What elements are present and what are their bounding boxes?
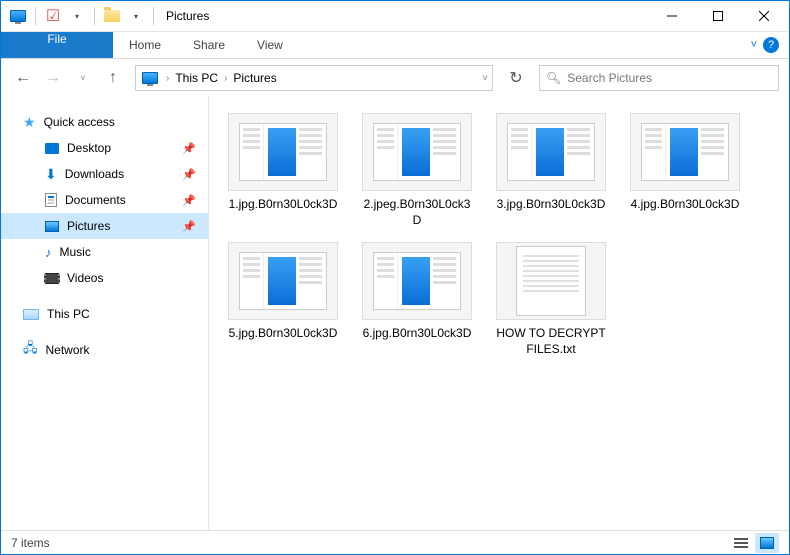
back-button[interactable]: ←: [11, 66, 35, 90]
maximize-button[interactable]: [695, 1, 741, 31]
details-view-button[interactable]: [729, 533, 753, 553]
minimize-button[interactable]: [649, 1, 695, 31]
pin-icon: 📌: [182, 142, 196, 155]
file-name: HOW TO DECRYPT FILES.txt: [495, 326, 607, 357]
desktop-icon: [45, 143, 59, 154]
breadcrumb-dropdown-icon[interactable]: ˅: [482, 73, 488, 84]
search-placeholder: Search Pictures: [567, 71, 652, 85]
sidebar-item-documents[interactable]: Documents📌: [1, 187, 208, 213]
file-name: 5.jpg.B0rn30L0ck3D: [229, 326, 338, 342]
file-item[interactable]: 4.jpg.B0rn30L0ck3D: [629, 113, 741, 228]
file-item[interactable]: 2.jpeg.B0rn30L0ck3D: [361, 113, 473, 228]
file-item[interactable]: 6.jpg.B0rn30L0ck3D: [361, 242, 473, 357]
file-thumbnail: [496, 242, 606, 320]
close-button[interactable]: [741, 1, 787, 31]
qat-folder-icon[interactable]: [101, 5, 123, 27]
chevron-right-icon[interactable]: ›: [166, 73, 169, 84]
search-icon: 🔍︎: [546, 71, 561, 85]
sidebar-item-this-pc[interactable]: This PC: [1, 301, 208, 327]
tab-file[interactable]: File: [1, 32, 113, 58]
file-thumbnail: [630, 113, 740, 191]
file-name: 2.jpeg.B0rn30L0ck3D: [361, 197, 473, 228]
breadcrumb-pc-icon: [140, 70, 160, 86]
breadcrumb-folder[interactable]: Pictures: [233, 71, 276, 85]
ribbon: File Home Share View ˅ ?: [1, 32, 789, 59]
window-title: Pictures: [166, 9, 209, 23]
pin-icon: 📌: [182, 168, 196, 181]
item-count: 7 items: [11, 536, 50, 550]
file-thumbnail: [362, 113, 472, 191]
music-icon: ♪: [45, 245, 52, 260]
app-icon: [7, 5, 29, 27]
qat-chevron-icon[interactable]: ▾: [66, 5, 88, 27]
forward-button[interactable]: →: [41, 66, 65, 90]
sidebar-item-network[interactable]: 🖧Network: [1, 337, 208, 363]
pictures-icon: [45, 221, 59, 232]
titlebar: ☑ ▾ ▾ Pictures: [1, 1, 789, 32]
file-item[interactable]: 3.jpg.B0rn30L0ck3D: [495, 113, 607, 228]
qat-dropdown-icon[interactable]: ▾: [125, 5, 147, 27]
file-thumbnail: [228, 113, 338, 191]
file-list[interactable]: 1.jpg.B0rn30L0ck3D 2.jpeg.B0rn30L0ck3D 3.j…: [209, 97, 789, 530]
refresh-button[interactable]: ↻: [503, 65, 529, 91]
sidebar-item-downloads[interactable]: ⬇Downloads📌: [1, 161, 208, 187]
file-item[interactable]: 1.jpg.B0rn30L0ck3D: [227, 113, 339, 228]
file-name: 6.jpg.B0rn30L0ck3D: [363, 326, 472, 342]
file-name: 3.jpg.B0rn30L0ck3D: [497, 197, 606, 213]
sidebar-item-desktop[interactable]: Desktop📌: [1, 135, 208, 161]
up-button[interactable]: ↑: [101, 66, 125, 90]
pc-icon: [23, 309, 39, 320]
file-name: 4.jpg.B0rn30L0ck3D: [631, 197, 740, 213]
breadcrumb-root[interactable]: This PC: [175, 71, 218, 85]
network-icon: 🖧: [23, 339, 38, 361]
pin-icon: 📌: [182, 194, 196, 207]
sidebar-item-music[interactable]: ♪Music: [1, 239, 208, 265]
file-item[interactable]: HOW TO DECRYPT FILES.txt: [495, 242, 607, 357]
status-bar: 7 items: [1, 530, 789, 555]
search-input[interactable]: 🔍︎ Search Pictures: [539, 65, 779, 91]
sidebar-item-quick-access[interactable]: ★Quick access: [1, 109, 208, 135]
icons-view-button[interactable]: [755, 533, 779, 553]
file-thumbnail: [496, 113, 606, 191]
tab-home[interactable]: Home: [113, 32, 177, 58]
sidebar-item-videos[interactable]: Videos: [1, 265, 208, 291]
downloads-icon: ⬇: [45, 166, 57, 183]
chevron-right-icon[interactable]: ›: [224, 73, 227, 84]
file-thumbnail: [362, 242, 472, 320]
file-item[interactable]: 5.jpg.B0rn30L0ck3D: [227, 242, 339, 357]
recent-dropdown-icon[interactable]: ˅: [71, 66, 95, 90]
breadcrumb[interactable]: › This PC › Pictures ˅: [135, 65, 493, 91]
help-icon[interactable]: ?: [763, 37, 779, 53]
navigation-pane: ★Quick access Desktop📌 ⬇Downloads📌 Docum…: [1, 97, 209, 530]
tab-share[interactable]: Share: [177, 32, 241, 58]
tab-view[interactable]: View: [241, 32, 299, 58]
quick-access-toolbar: ☑ ▾ ▾: [7, 5, 158, 27]
file-name: 1.jpg.B0rn30L0ck3D: [229, 197, 338, 213]
address-bar: ← → ˅ ↑ › This PC › Pictures ˅ ↻ 🔍︎ Sear…: [1, 59, 789, 97]
file-thumbnail: [228, 242, 338, 320]
ribbon-expand-icon[interactable]: ˅: [751, 39, 757, 51]
star-icon: ★: [23, 114, 36, 131]
main-area: ★Quick access Desktop📌 ⬇Downloads📌 Docum…: [1, 97, 789, 530]
pin-icon: 📌: [182, 220, 196, 233]
videos-icon: [45, 273, 59, 284]
documents-icon: [45, 193, 57, 207]
qat-properties-icon[interactable]: ☑: [42, 5, 64, 27]
sidebar-item-pictures[interactable]: Pictures📌: [1, 213, 208, 239]
